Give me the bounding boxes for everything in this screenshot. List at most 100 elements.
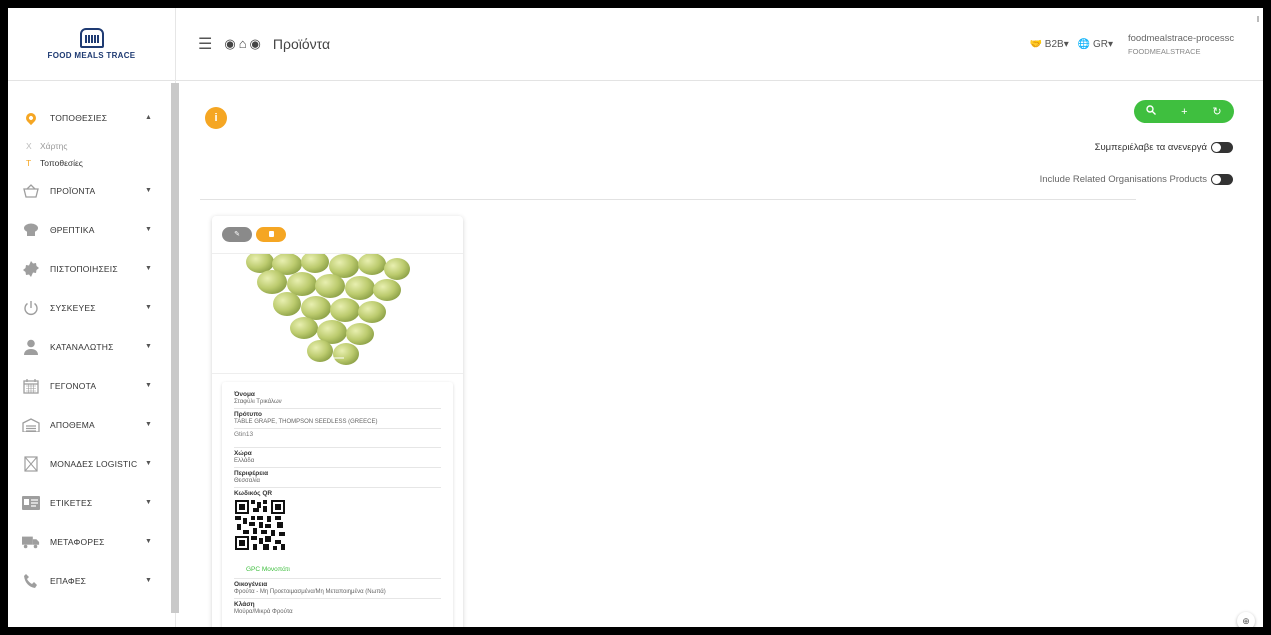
chevron-down-icon: ▼ xyxy=(145,460,152,467)
menu-icon[interactable]: ☰ xyxy=(198,34,212,54)
plus-circle-icon: ⊕ xyxy=(1242,615,1250,626)
product-image xyxy=(212,253,463,374)
sidebar-item-label: ΣΥΣΚΕΥΕΣ xyxy=(50,302,96,313)
edit-icon: ✎ xyxy=(234,231,240,238)
basket-icon xyxy=(22,182,40,200)
grapes-image xyxy=(246,254,410,365)
search-icon xyxy=(1146,105,1157,115)
field-name: Όνομα Σταφύλι Τρικάλων xyxy=(234,389,441,409)
sidebar-nav: ΤΟΠΟΘΕΣΙΕΣ ▲ X Χάρτης T Τοποθεσίες ΠΡΟΪΟ… xyxy=(8,81,175,600)
sidebar-item-label: ΓΕΓΟΝΟΤΑ xyxy=(50,380,97,391)
scroll-top-button[interactable]: ⊕ xyxy=(1237,612,1255,627)
include-inactive-label: Συμπεριέλαβε τα ανενεργά xyxy=(1094,142,1207,153)
field-class: Κλάση Μούρα/Μικρά Φρούτα xyxy=(234,601,293,615)
logo-text: FOOD MEALS TRACE xyxy=(47,51,136,60)
sidebar-item-label: ΘΡΕΠΤΙΚΑ xyxy=(50,224,95,235)
page-title: Προϊόντα xyxy=(272,36,331,52)
sidebar-item-labels[interactable]: ΕΤΙΚΕΤΕΣ ▼ xyxy=(8,483,175,522)
include-related-row: Include Related Organisations Products xyxy=(1040,174,1233,185)
edit-button[interactable]: ✎ xyxy=(222,226,252,242)
truck-icon xyxy=(22,533,40,551)
chevron-down-icon: ▼ xyxy=(145,226,152,233)
chevron-up-icon: ▲ xyxy=(145,114,152,121)
sidebar-item-label: ΠΡΟΪΟΝΤΑ xyxy=(50,185,96,196)
organization-name: FOODMEALSTRACE xyxy=(1128,47,1201,56)
field-gtin13: Gtin13 xyxy=(234,429,441,448)
chef-hat-icon xyxy=(22,221,40,239)
chevron-down-icon: ▼ xyxy=(145,382,152,389)
info-button[interactable]: i xyxy=(205,107,227,129)
language-dropdown[interactable]: 🌐 GR▾ xyxy=(1078,39,1113,50)
back-icon[interactable]: ◉ xyxy=(224,36,235,52)
logo-icon xyxy=(79,28,104,48)
sidebar-subitem-locations[interactable]: T Τοποθεσίες xyxy=(8,154,175,171)
home-icon[interactable]: ⌂ xyxy=(239,36,247,52)
sidebar-item-label: ΚΑΤΑΝΑΛΩΤΗΣ xyxy=(50,341,114,352)
sidebar-item-consumer[interactable]: ΚΑΤΑΝΑΛΩΤΗΣ ▼ xyxy=(8,327,175,366)
sidebar-item-label: ΤΟΠΟΘΕΣΙΕΣ xyxy=(50,112,108,123)
user-icon xyxy=(22,338,40,356)
calendar-icon xyxy=(22,377,40,395)
warehouse-icon xyxy=(22,416,40,434)
include-inactive-row: Συμπεριέλαβε τα ανενεργά xyxy=(1095,142,1233,153)
sidebar-item-label: ΕΤΙΚΕΤΕΣ xyxy=(50,497,93,508)
sidebar-item-logistic-units[interactable]: ΜΟΝΑΔΕΣ LOGISTIC ▼ xyxy=(8,444,175,483)
info-icon: i xyxy=(214,112,218,124)
sidebar-item-nutrition[interactable]: ΘΡΕΠΤΙΚΑ ▼ xyxy=(8,210,175,249)
field-region: Περιφέρεια Θεσσαλία xyxy=(234,468,441,488)
user-menu[interactable]: foodmealstrace-processc FOODMEALSTRACE xyxy=(1128,33,1263,56)
sidebar-item-label: ΑΠΟΘΕΜΑ xyxy=(50,419,95,430)
topbar: ☰ ◉ ⌂ ◉ Προϊόντα 🤝 B2B▾ 🌐 GR▾ foodmealst… xyxy=(176,8,1263,81)
sidebar-item-label: ΜΕΤΑΦΟΡΕΣ xyxy=(50,536,105,547)
qr-code[interactable] xyxy=(234,500,286,550)
sidebar-item-label: ΜΟΝΑΔΕΣ LOGISTIC xyxy=(50,458,138,469)
refresh-icon: ↻ xyxy=(1212,106,1222,118)
sidebar: FOOD MEALS TRACE ΤΟΠΟΘΕΣΙΕΣ ▲ X Χάρτης T… xyxy=(8,8,176,627)
chevron-down-icon: ▼ xyxy=(145,538,152,545)
gpc-path-link[interactable]: GPC Μονοπάτι xyxy=(234,560,441,579)
field-family: Οικογένεια Φρούτα - Μη Προετοιμασμένα/Μη… xyxy=(234,579,441,599)
delete-button[interactable] xyxy=(256,226,286,242)
chevron-down-icon: ▼ xyxy=(145,187,152,194)
sidebar-item-label: ΕΠΑΦΕΣ xyxy=(50,575,87,586)
nav-buttons: ◉ ⌂ ◉ xyxy=(224,36,261,52)
window-scroll-indicator xyxy=(1257,16,1260,22)
sidebar-item-contacts[interactable]: ΕΠΑΦΕΣ ▼ xyxy=(8,561,175,600)
chevron-down-icon: ▼ xyxy=(145,499,152,506)
divider xyxy=(200,199,1136,200)
username: foodmealstrace-processc xyxy=(1128,33,1235,44)
sidebar-item-devices[interactable]: ΣΥΣΚΕΥΕΣ ▼ xyxy=(8,288,175,327)
sidebar-item-products[interactable]: ΠΡΟΪΟΝΤΑ ▼ xyxy=(8,171,175,210)
include-inactive-toggle[interactable] xyxy=(1211,142,1233,153)
sidebar-item-events[interactable]: ΓΕΓΟΝΟΤΑ ▼ xyxy=(8,366,175,405)
chevron-down-icon: ▼ xyxy=(145,304,152,311)
globe-icon: 🌐 xyxy=(1077,39,1091,50)
chevron-down-icon: ▼ xyxy=(145,577,152,584)
include-related-label: Include Related Organisations Products xyxy=(1039,174,1207,185)
chevron-down-icon: ▼ xyxy=(145,343,152,350)
b2b-dropdown[interactable]: 🤝 B2B▾ xyxy=(1030,39,1069,50)
sidebar-item-stock[interactable]: ΑΠΟΘΕΜΑ ▼ xyxy=(8,405,175,444)
product-details: Όνομα Σταφύλι Τρικάλων Πρότυπο TABLE GRA… xyxy=(222,382,453,627)
sidebar-item-topothesies[interactable]: ΤΟΠΟΘΕΣΙΕΣ ▲ xyxy=(8,98,175,137)
sidebar-item-transport[interactable]: ΜΕΤΑΦΟΡΕΣ ▼ xyxy=(8,522,175,561)
product-card: ✎ Όνομα Σταφύλι Τρικάλων Πρότυπο TABLE G… xyxy=(212,216,463,627)
chevron-down-icon: ▼ xyxy=(145,265,152,272)
action-button-group: + ↻ xyxy=(1134,100,1234,123)
include-related-toggle[interactable] xyxy=(1211,174,1233,185)
phone-icon xyxy=(22,572,40,590)
refresh-button[interactable]: ↻ xyxy=(1212,105,1221,118)
field-country: Χώρα Ελλάδα xyxy=(234,448,441,468)
chevron-down-icon: ▼ xyxy=(145,421,152,428)
main-content: i + ↻ Συμπεριέλαβε τα ανενεργά Include R… xyxy=(178,82,1263,627)
plus-icon: + xyxy=(1181,105,1188,118)
power-icon xyxy=(22,299,40,317)
field-standard: Πρότυπο TABLE GRAPE, THOMPSON SEEDLESS (… xyxy=(234,409,441,429)
sidebar-item-certifications[interactable]: ΠΙΣΤΟΠΟΙΗΣΕΙΣ ▼ xyxy=(8,249,175,288)
app-window: FOOD MEALS TRACE ΤΟΠΟΘΕΣΙΕΣ ▲ X Χάρτης T… xyxy=(8,8,1263,627)
add-button[interactable]: + xyxy=(1181,106,1187,118)
sidebar-subitem-map[interactable]: X Χάρτης xyxy=(8,137,175,154)
forward-icon[interactable]: ◉ xyxy=(250,36,261,52)
logo[interactable]: FOOD MEALS TRACE xyxy=(8,8,175,81)
search-button[interactable] xyxy=(1146,105,1157,118)
